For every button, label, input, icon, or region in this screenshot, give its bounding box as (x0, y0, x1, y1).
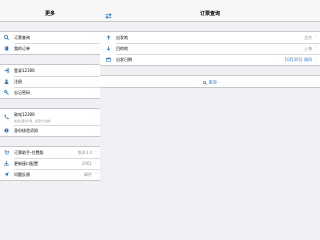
departure-label: 出发地 (116, 35, 128, 40)
search-button[interactable]: 查询 (100, 75, 320, 88)
departure-value: 北京 (304, 35, 312, 40)
chevron-right-icon: › (95, 67, 97, 73)
sidebar-item-value: 2061 (81, 161, 92, 166)
sidebar-item-label: 致电12306 (14, 112, 35, 117)
sidebar-item-label: 注册 (14, 79, 22, 84)
sidebar-item-value: 版本3.4 (77, 150, 92, 155)
search-icon (4, 35, 9, 40)
sidebar-title: 更多 (44, 11, 55, 17)
key-icon (4, 90, 9, 95)
query-form: 出发地 北京 › 目的地 上海 › 出发日期 10月30日 周四 › (100, 31, 320, 66)
swap-stations-icon[interactable] (105, 11, 112, 19)
chevron-right-icon: › (95, 160, 97, 166)
date-row[interactable]: 出发日期 10月30日 周四 › (100, 54, 320, 65)
info-icon (4, 128, 9, 133)
calendar-icon (106, 57, 111, 62)
chevron-right-icon: › (95, 171, 97, 177)
date-value: 10月30日 周四 (284, 57, 312, 62)
sidebar-item-label: 问题反馈 (14, 172, 30, 177)
date-label: 出发日期 (116, 57, 132, 62)
chevron-right-icon: › (315, 56, 317, 62)
sidebar-item-forgot-password[interactable]: 忘记密码 › (0, 87, 100, 98)
sidebar-item-label: 订票查询 (14, 35, 30, 40)
sidebar-item-id-verification[interactable]: 身份核验须知 › (0, 125, 100, 136)
sidebar-group-app: 订票助手-付费版 版本3.4 › 更新接口配置 2061 › 问题反馈 邮件 › (0, 146, 100, 181)
destination-label: 目的地 (116, 46, 128, 51)
sidebar-item-my-orders[interactable]: 我的订单 › (0, 43, 100, 54)
cart-icon (4, 150, 9, 155)
download-icon (4, 161, 9, 166)
chevron-right-icon: › (95, 114, 97, 120)
chevron-right-icon: › (315, 34, 317, 40)
sidebar-item-feedback[interactable]: 问题反馈 邮件 › (0, 169, 100, 180)
chevron-right-icon: › (95, 78, 97, 84)
sidebar: 更多 订票查询 › 我的订单 › 登录12306 › 注册 › 忘记密码 › 致… (0, 0, 101, 240)
sidebar-item-label: 身份核验须知 (14, 128, 38, 133)
sidebar-item-sublabel: 使用该服务名称，对服务卡进购 (14, 120, 51, 123)
main-header: 订票查询 (100, 0, 320, 22)
sidebar-item-login[interactable]: 登录12306 › (0, 65, 100, 76)
sidebar-group-booking: 订票查询 › 我的订单 › (0, 31, 100, 55)
send-icon (4, 172, 9, 177)
departure-row[interactable]: 出发地 北京 › (100, 32, 320, 43)
sidebar-item-value: 邮件 (84, 172, 92, 177)
chevron-right-icon: › (95, 149, 97, 155)
depart-icon (106, 35, 111, 40)
sidebar-item-label: 订票助手-付费版 (14, 150, 44, 155)
search-button-label: 查询 (208, 79, 217, 85)
sidebar-item-register[interactable]: 注册 › (0, 76, 100, 87)
sidebar-item-update-config[interactable]: 更新接口配置 2061 › (0, 158, 100, 169)
sidebar-item-label: 忘记密码 (14, 90, 30, 95)
chevron-right-icon: › (315, 45, 317, 51)
chevron-right-icon: › (95, 89, 97, 95)
sidebar-item-call-12306[interactable]: 致电12306 使用该服务名称，对服务卡进购 › (0, 109, 100, 125)
arrive-icon (106, 46, 111, 51)
chevron-right-icon: › (95, 34, 97, 40)
phone-icon (4, 114, 9, 119)
sidebar-item-label: 我的订单 (14, 46, 30, 51)
sidebar-group-help: 致电12306 使用该服务名称，对服务卡进购 › 身份核验须知 › (0, 108, 100, 137)
destination-value: 上海 (304, 46, 312, 51)
chevron-right-icon: › (95, 127, 97, 133)
sidebar-group-account: 登录12306 › 注册 › 忘记密码 › (0, 64, 100, 99)
sidebar-item-label: 更新接口配置 (14, 161, 38, 166)
sidebar-item-paid-version[interactable]: 订票助手-付费版 版本3.4 › (0, 147, 100, 158)
sidebar-item-ticket-query[interactable]: 订票查询 › (0, 32, 100, 43)
chevron-right-icon: › (95, 45, 97, 51)
page-title: 订票查询 (199, 11, 220, 17)
sidebar-header: 更多 (0, 0, 100, 22)
main-pane: 订票查询 出发地 北京 › 目的地 上海 › 出发日期 10月30日 周四 › (100, 0, 320, 240)
destination-row[interactable]: 目的地 上海 › (100, 43, 320, 54)
book-icon (4, 46, 9, 51)
person-icon (4, 79, 9, 84)
login-icon (4, 68, 9, 73)
sidebar-item-label: 登录12306 (14, 68, 35, 73)
